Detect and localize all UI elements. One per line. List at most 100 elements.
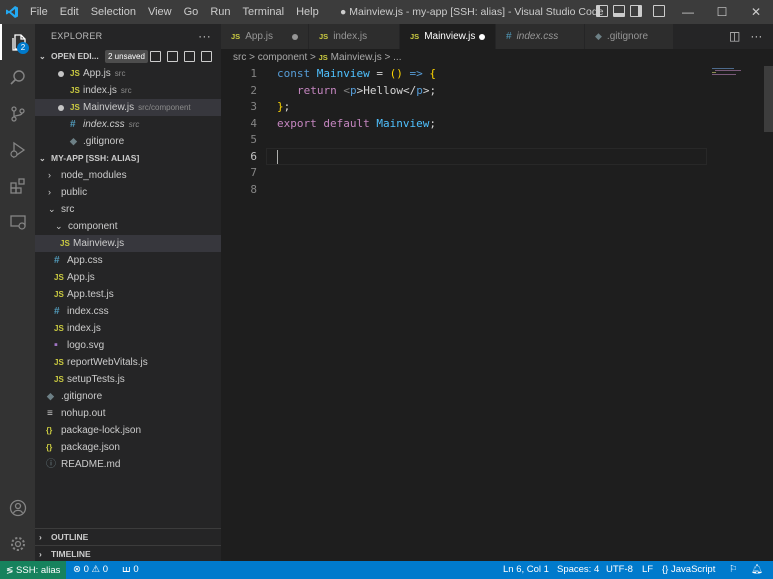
- breadcrumb-component[interactable]: component: [258, 52, 307, 63]
- tree-file-mainview[interactable]: JS Mainview.js: [35, 235, 221, 252]
- tree-file-nohup[interactable]: ≡ nohup.out: [35, 405, 221, 422]
- save-all-icon[interactable]: [184, 51, 195, 62]
- toggle-panel-icon[interactable]: [613, 5, 625, 17]
- explorer-icon[interactable]: 2: [0, 24, 35, 60]
- minimize-button[interactable]: —: [671, 0, 705, 24]
- tree-file-readme[interactable]: ⓘ README.md: [35, 456, 221, 473]
- encoding-setting[interactable]: UTF-8: [606, 561, 633, 579]
- indentation-setting[interactable]: Spaces: 4: [557, 561, 599, 579]
- tree-file-setup-tests[interactable]: JS setupTests.js: [35, 371, 221, 388]
- timeline-section-header[interactable]: › TIMELINE: [35, 545, 221, 561]
- outline-section-header[interactable]: › OUTLINE: [35, 528, 221, 545]
- close-button[interactable]: ✕: [739, 0, 773, 24]
- tree-file-index-js[interactable]: JS index.js: [35, 320, 221, 337]
- open-editor-item[interactable]: ◆ .gitignore: [35, 133, 221, 150]
- cursor-position[interactable]: Ln 6, Col 1: [503, 561, 549, 579]
- language-mode[interactable]: {} JavaScript: [662, 561, 715, 579]
- line-number: 2: [250, 83, 257, 97]
- remote-indicator[interactable]: ≶ SSH: alias: [0, 561, 66, 579]
- remote-label: SSH: alias: [16, 565, 61, 576]
- open-editor-item[interactable]: JS Mainview.js src/component: [35, 99, 221, 116]
- editor-actions: ◫ ···: [729, 29, 762, 43]
- feedback-icon[interactable]: ⚐: [729, 561, 738, 579]
- breadcrumb-file[interactable]: Mainview.js: [331, 52, 382, 63]
- project-folder-header[interactable]: ⌄ MY-APP [SSH: ALIAS]: [35, 150, 221, 167]
- modified-dot-icon[interactable]: [58, 105, 64, 111]
- tree-file-package-lock[interactable]: {} package-lock.json: [35, 422, 221, 439]
- tree-folder-node-modules[interactable]: › node_modules: [35, 167, 221, 184]
- editor-scrollbar[interactable]: [764, 66, 773, 132]
- breadcrumb-src[interactable]: src: [233, 52, 246, 63]
- tab-gitignore[interactable]: ◆ .gitignore: [585, 24, 674, 49]
- toggle-sidebar-icon[interactable]: [596, 5, 608, 17]
- remote-explorer-icon[interactable]: [0, 204, 35, 240]
- tab-mainview-js[interactable]: JS Mainview.js: [400, 24, 496, 49]
- modified-dot-icon[interactable]: [58, 71, 64, 77]
- menu-help[interactable]: Help: [290, 0, 325, 24]
- tree-file-package-json[interactable]: {} package.json: [35, 439, 221, 456]
- notifications-bell-icon[interactable]: 🔔︎: [751, 561, 763, 579]
- new-untitled-file-icon[interactable]: [150, 51, 161, 62]
- accounts-icon[interactable]: [0, 490, 35, 526]
- tree-folder-component[interactable]: ⌄ component: [35, 218, 221, 235]
- editor-tabs: JS App.js JS index.js JS Mainview.js # index…: [221, 24, 773, 49]
- more-actions-icon[interactable]: ···: [198, 24, 211, 48]
- open-editor-item[interactable]: # index.css src: [35, 116, 221, 133]
- eol-setting[interactable]: LF: [642, 561, 653, 579]
- settings-gear-icon[interactable]: [0, 526, 35, 562]
- open-editors-header[interactable]: ⌄ OPEN EDI... 2 unsaved: [35, 48, 221, 65]
- tab-index-css[interactable]: # index.css: [496, 24, 585, 49]
- menu-terminal[interactable]: Terminal: [237, 0, 291, 24]
- tab-index-js[interactable]: JS index.js: [309, 24, 400, 49]
- minimap[interactable]: [712, 66, 764, 126]
- js-file-icon: JS: [54, 375, 64, 384]
- code-editor[interactable]: 1 2 3 4 5 6 7 8 const Mainview = () => {…: [221, 66, 773, 561]
- json-file-icon: {}: [46, 443, 53, 452]
- menu-selection[interactable]: Selection: [85, 0, 142, 24]
- problems-indicator[interactable]: ⊗ 0 ⚠ 0: [73, 561, 108, 579]
- tree-folder-public[interactable]: › public: [35, 184, 221, 201]
- tree-file-logo-svg[interactable]: ▪ logo.svg: [35, 337, 221, 354]
- toggle-secondary-sidebar-icon[interactable]: [630, 5, 642, 17]
- tree-file-index-css[interactable]: # index.css: [35, 303, 221, 320]
- tree-file-app-test[interactable]: JS App.test.js: [35, 286, 221, 303]
- run-debug-icon[interactable]: [0, 132, 35, 168]
- extensions-icon[interactable]: [0, 168, 35, 204]
- menu-go[interactable]: Go: [178, 0, 205, 24]
- code-token: const: [277, 67, 311, 80]
- menu-file[interactable]: File: [24, 0, 54, 24]
- svg-file-icon: ▪: [54, 339, 58, 351]
- tree-item-label: nohup.out: [61, 408, 106, 419]
- explorer-badge: 2: [17, 42, 29, 54]
- menu-view[interactable]: View: [142, 0, 178, 24]
- ports-count: 0: [133, 564, 139, 575]
- tab-app-js[interactable]: JS App.js: [221, 24, 309, 49]
- tree-file-app-js[interactable]: JS App.js: [35, 269, 221, 286]
- maximize-button[interactable]: ☐: [705, 0, 739, 24]
- tree-item-label: README.md: [61, 459, 121, 470]
- remote-icon: ≶: [6, 565, 17, 575]
- tree-folder-src[interactable]: ⌄ src: [35, 201, 221, 218]
- modified-dot-icon[interactable]: [292, 34, 298, 40]
- close-all-icon[interactable]: [201, 51, 212, 62]
- vscode-logo-icon: [0, 0, 24, 24]
- menu-run[interactable]: Run: [204, 0, 236, 24]
- more-actions-icon[interactable]: ···: [750, 29, 762, 43]
- tree-file-report-web-vitals[interactable]: JS reportWebVitals.js: [35, 354, 221, 371]
- customize-layout-icon[interactable]: [653, 5, 665, 17]
- split-editor-icon[interactable]: ◫: [729, 29, 740, 43]
- open-editor-item[interactable]: JS App.js src: [35, 65, 221, 82]
- tree-file-app-css[interactable]: # App.css: [35, 252, 221, 269]
- search-icon[interactable]: [0, 60, 35, 96]
- tree-file-gitignore[interactable]: ◆ .gitignore: [35, 388, 221, 405]
- line-number: 6: [250, 149, 257, 163]
- source-control-icon[interactable]: [0, 96, 35, 132]
- open-editor-item[interactable]: JS index.js src: [35, 82, 221, 99]
- ports-indicator[interactable]: ꟺ 0: [122, 561, 139, 579]
- menu-edit[interactable]: Edit: [54, 0, 85, 24]
- toggle-vertical-layout-icon[interactable]: [167, 51, 178, 62]
- js-file-icon: JS: [70, 69, 80, 78]
- modified-dot-icon[interactable]: [479, 34, 485, 40]
- breadcrumb-symbol[interactable]: ...: [393, 52, 401, 63]
